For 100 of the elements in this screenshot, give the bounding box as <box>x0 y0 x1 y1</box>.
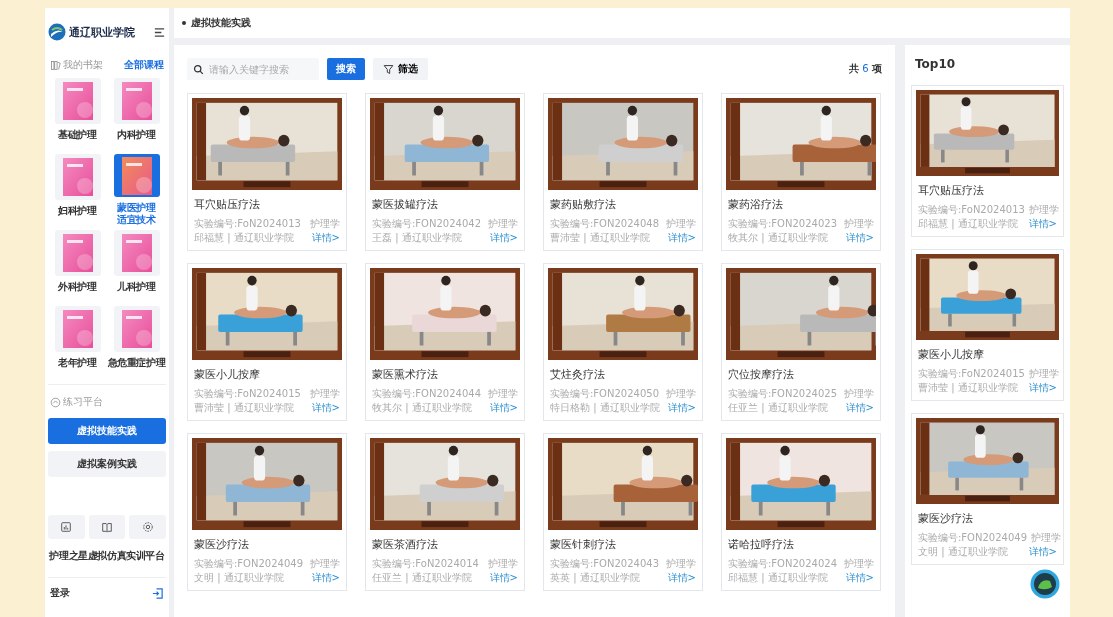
subject-label: 护理学 <box>1028 367 1059 381</box>
author-text: 曹沛莹 | 通辽职业学院 <box>550 231 650 245</box>
card-title: 蒙医沙疗法 <box>918 512 974 526</box>
book-icon <box>101 521 113 533</box>
bookshelf-icon <box>50 59 61 71</box>
assistant-avatar-icon[interactable] <box>1030 569 1060 599</box>
experiment-code: 实验编号:FoN2024013 <box>918 203 1025 217</box>
author-text: 邱福慧 | 通辽职业学院 <box>918 217 1018 231</box>
subject-label: 护理学 <box>844 557 874 571</box>
all-courses-link[interactable]: 全部课程 <box>124 58 164 72</box>
total-count: 共 6 项 <box>848 62 882 76</box>
details-link[interactable]: 详情> <box>489 401 518 415</box>
card-title: 耳穴贴压疗法 <box>918 184 985 198</box>
search-button[interactable]: 搜索 <box>327 58 365 80</box>
details-link[interactable]: 详情> <box>1028 381 1057 395</box>
card-title: 蒙医小儿按摩 <box>194 368 261 382</box>
course-card[interactable]: 穴位按摩疗法 实验编号:FON2024025 护理学 任亚兰 | 通辽职业学院 详情> <box>721 263 881 421</box>
author-text: 英英 | 通辽职业学院 <box>550 571 640 585</box>
logo-icon <box>48 23 66 41</box>
author-text: 曹沛莹 | 通辽职业学院 <box>194 401 294 415</box>
experiment-code: 实验编号:FON2024042 <box>372 217 481 231</box>
section-title: 练习平台 <box>63 395 103 409</box>
course-card[interactable]: 蒙医沙疗法 实验编号:FON2024049 护理学 文明 | 通辽职业学院 详情> <box>911 413 1064 565</box>
book-cover-icon <box>121 156 152 195</box>
course-card[interactable]: 艾炷灸疗法 实验编号:FON2024050 护理学 特日格勒 | 通辽职业学院 详情> <box>543 263 703 421</box>
search-field[interactable]: 请输入关键字搜索 <box>187 58 319 80</box>
subject-label: 护理学 <box>844 217 874 231</box>
course-card[interactable]: 耳穴贴压疗法 实验编号:FoN2024013 护理学 邱福慧 | 通辽职业学院 详情> <box>911 85 1064 237</box>
details-link[interactable]: 详情> <box>667 231 696 245</box>
course-card[interactable]: 蒙医熏术疗法 实验编号:FON2024044 护理学 牧其尔 | 通辽职业学院 详情> <box>365 263 525 421</box>
experiment-code: 实验编号:FoN2024015 <box>918 367 1025 381</box>
course-card[interactable]: 耳穴贴压疗法 实验编号:FoN2024013 护理学 邱福慧 | 通辽职业学院 详情> <box>187 93 347 251</box>
menu-icon[interactable] <box>153 25 166 39</box>
subject-label: 护理学 <box>666 557 696 571</box>
course-card[interactable]: 蒙医拔罐疗法 实验编号:FON2024042 护理学 王磊 | 通辽职业学院 详情> <box>365 93 525 251</box>
experiment-code: 实验编号:FON2024025 <box>728 387 837 401</box>
course-card[interactable]: 诺哈拉呼疗法 实验编号:FON2024024 护理学 邱福慧 | 通辽职业学院 详情> <box>721 433 881 591</box>
details-link[interactable]: 详情> <box>1028 217 1057 231</box>
practice-button[interactable]: 虚拟技能实践 <box>48 418 166 444</box>
experiment-code: 实验编号:FON2024044 <box>372 387 481 401</box>
practice-button[interactable]: 虚拟案例实践 <box>48 451 166 477</box>
experiment-code: 实验编号:FON2024043 <box>550 557 659 571</box>
card-title: 蒙医针刺疗法 <box>550 538 617 552</box>
subject-label: 护理学 <box>844 387 874 401</box>
book-cover-icon <box>121 234 152 272</box>
card-title: 蒙医沙疗法 <box>194 538 250 552</box>
author-text: 任亚兰 | 通辽职业学院 <box>728 401 828 415</box>
details-link[interactable]: 详情> <box>845 401 874 415</box>
author-text: 文明 | 通辽职业学院 <box>918 545 1008 559</box>
card-title: 蒙药贴敷疗法 <box>550 198 617 212</box>
card-title: 耳穴贴压疗法 <box>194 198 261 212</box>
subject-label: 护理学 <box>488 557 518 571</box>
subject-label: 护理学 <box>488 217 518 231</box>
book-button[interactable] <box>88 515 126 539</box>
card-title: 蒙药浴疗法 <box>728 198 784 212</box>
book-cover-icon <box>121 310 152 348</box>
details-link[interactable]: 详情> <box>845 231 874 245</box>
details-link[interactable]: 详情> <box>311 231 340 245</box>
filter-icon <box>383 63 394 75</box>
book-item[interactable]: 蒙医护理适宜技术 <box>107 154 166 226</box>
card-title: 蒙医拔罐疗法 <box>372 198 439 212</box>
card-title: 诺哈拉呼疗法 <box>728 538 795 552</box>
course-card[interactable]: 蒙医茶酒疗法 实验编号:FoN2024014 护理学 任亚兰 | 通辽职业学院 详情> <box>365 433 525 591</box>
logo-text: 通辽职业学院 <box>69 24 135 40</box>
course-card[interactable]: 蒙药贴敷疗法 实验编号:FON2024048 护理学 曹沛莹 | 通辽职业学院 详情> <box>543 93 703 251</box>
book-cover-icon <box>121 82 152 120</box>
settings-icon <box>141 521 154 533</box>
experiment-code: 实验编号:FON2024050 <box>550 387 659 401</box>
author-text: 牧其尔 | 通辽职业学院 <box>728 231 828 245</box>
login-icon[interactable] <box>151 586 164 600</box>
details-link[interactable]: 详情> <box>667 401 696 415</box>
course-card[interactable]: 蒙医小儿按摩 实验编号:FoN2024015 护理学 曹沛莹 | 通辽职业学院 详情> <box>187 263 347 421</box>
details-link[interactable]: 详情> <box>845 571 874 585</box>
subject-label: 护理学 <box>310 387 340 401</box>
stats-button[interactable] <box>48 515 85 539</box>
course-card[interactable]: 蒙药浴疗法 实验编号:FON2024023 护理学 牧其尔 | 通辽职业学院 详情> <box>721 93 881 251</box>
details-link[interactable]: 详情> <box>1028 545 1057 559</box>
author-text: 文明 | 通辽职业学院 <box>194 571 284 585</box>
filter-button[interactable]: 筛选 <box>373 58 428 80</box>
login-link[interactable]: 登录 <box>50 586 70 600</box>
author-text: 特日格勒 | 通辽职业学院 <box>550 401 660 415</box>
panel-title: Top10 <box>915 57 957 71</box>
book-cover-icon <box>62 234 93 272</box>
author-text: 邱福慧 | 通辽职业学院 <box>194 231 294 245</box>
details-link[interactable]: 详情> <box>311 401 340 415</box>
course-card[interactable]: 蒙医沙疗法 实验编号:FON2024049 护理学 文明 | 通辽职业学院 详情> <box>187 433 347 591</box>
details-link[interactable]: 详情> <box>311 571 340 585</box>
experiment-code: 实验编号:FoN2024015 <box>194 387 301 401</box>
subject-label: 护理学 <box>310 557 340 571</box>
book-cover-icon <box>62 82 93 120</box>
course-card[interactable]: 蒙医针刺疗法 实验编号:FON2024043 护理学 英英 | 通辽职业学院 详情> <box>543 433 703 591</box>
course-card[interactable]: 蒙医小儿按摩 实验编号:FoN2024015 护理学 曹沛莹 | 通辽职业学院 详情> <box>911 249 1064 401</box>
search-icon <box>193 64 204 75</box>
details-link[interactable]: 详情> <box>489 571 518 585</box>
details-link[interactable]: 详情> <box>667 571 696 585</box>
author-text: 牧其尔 | 通辽职业学院 <box>372 401 472 415</box>
details-link[interactable]: 详情> <box>489 231 518 245</box>
experiment-code: 实验编号:FON2024049 <box>918 531 1027 545</box>
subject-label: 护理学 <box>1028 203 1059 217</box>
experiment-code: 实验编号:FON2024048 <box>550 217 659 231</box>
